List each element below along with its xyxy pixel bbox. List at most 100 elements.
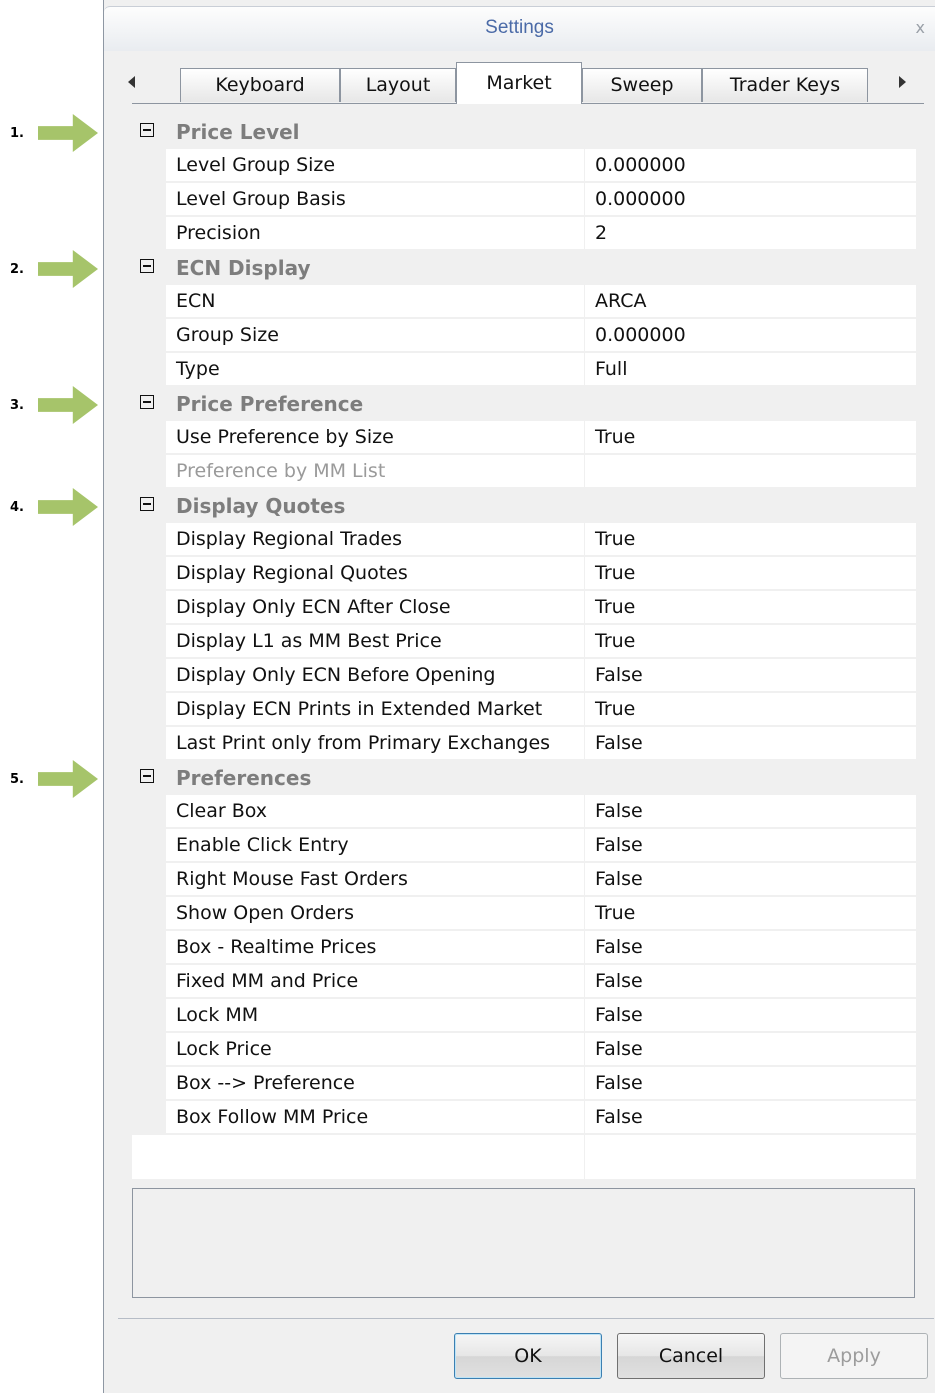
category-price-level[interactable]: Price Level — [132, 115, 916, 149]
property-row[interactable]: Level Group Size 0.000000 — [132, 149, 916, 183]
property-value[interactable]: 0.000000 — [585, 319, 916, 352]
property-value[interactable]: ARCA — [585, 285, 916, 318]
property-value[interactable] — [585, 455, 916, 488]
property-value[interactable]: True — [585, 625, 916, 658]
property-value[interactable]: False — [585, 931, 916, 964]
collapse-icon[interactable] — [140, 769, 154, 783]
property-name[interactable]: Display Regional Quotes — [166, 557, 584, 590]
property-value[interactable]: False — [585, 1101, 916, 1134]
property-name[interactable]: Display Regional Trades — [166, 523, 584, 556]
tab-layout[interactable]: Layout — [340, 68, 456, 102]
collapse-icon[interactable] — [140, 123, 154, 137]
property-name[interactable]: Show Open Orders — [166, 897, 584, 930]
property-row[interactable]: Precision 2 — [132, 217, 916, 251]
property-name[interactable]: Box Follow MM Price — [166, 1101, 584, 1134]
tab-sweep[interactable]: Sweep — [582, 68, 702, 102]
property-name[interactable]: Preference by MM List — [166, 455, 584, 488]
property-name[interactable]: Box - Realtime Prices — [166, 931, 584, 964]
property-row[interactable]: Preference by MM List — [132, 455, 916, 489]
apply-button[interactable]: Apply — [780, 1333, 928, 1379]
property-row[interactable]: Display ECN Prints in Extended Market Tru… — [132, 693, 916, 727]
property-name[interactable]: Lock Price — [166, 1033, 584, 1066]
property-value[interactable]: Full — [585, 353, 916, 386]
collapse-icon[interactable] — [140, 497, 154, 511]
property-value[interactable]: True — [585, 557, 916, 590]
property-name[interactable]: Group Size — [166, 319, 584, 352]
property-row[interactable]: ECN ARCA — [132, 285, 916, 319]
category-display-quotes[interactable]: Display Quotes — [132, 489, 916, 523]
category-price-preference[interactable]: Price Preference — [132, 387, 916, 421]
ok-button[interactable]: OK — [454, 1333, 602, 1379]
row-gutter — [132, 965, 166, 999]
property-row[interactable]: Level Group Basis 0.000000 — [132, 183, 916, 217]
property-name[interactable]: Display Only ECN Before Opening — [166, 659, 584, 692]
property-row[interactable]: Display Only ECN After Close True — [132, 591, 916, 625]
property-row[interactable]: Display Regional Trades True — [132, 523, 916, 557]
tab-scroll-right-icon[interactable] — [899, 76, 906, 88]
property-row[interactable]: Box --> Preference False — [132, 1067, 916, 1101]
property-row[interactable]: Group Size 0.000000 — [132, 319, 916, 353]
property-row[interactable]: Box - Realtime Prices False — [132, 931, 916, 965]
property-row[interactable]: Show Open Orders True — [132, 897, 916, 931]
property-row[interactable]: Right Mouse Fast Orders False — [132, 863, 916, 897]
property-name[interactable]: Enable Click Entry — [166, 829, 584, 862]
property-value[interactable]: False — [585, 659, 916, 692]
property-name[interactable]: Lock MM — [166, 999, 584, 1032]
property-name[interactable]: Box --> Preference — [166, 1067, 584, 1100]
property-row[interactable]: Fixed MM and Price False — [132, 965, 916, 999]
property-row[interactable]: Lock MM False — [132, 999, 916, 1033]
property-row[interactable]: Display L1 as MM Best Price True — [132, 625, 916, 659]
property-row[interactable]: Box Follow MM Price False — [132, 1101, 916, 1135]
property-value[interactable]: True — [585, 591, 916, 624]
property-value[interactable]: False — [585, 727, 916, 760]
property-row[interactable]: Type Full — [132, 353, 916, 387]
property-value[interactable]: False — [585, 829, 916, 862]
tab-market[interactable]: Market — [456, 62, 582, 104]
property-value[interactable]: False — [585, 1067, 916, 1100]
property-row[interactable]: Enable Click Entry False — [132, 829, 916, 863]
property-value[interactable]: 0.000000 — [585, 183, 916, 216]
property-value[interactable]: 0.000000 — [585, 149, 916, 182]
property-row[interactable]: Lock Price False — [132, 1033, 916, 1067]
tab-scroll-left-icon[interactable] — [128, 76, 135, 88]
property-name[interactable]: Clear Box — [166, 795, 584, 828]
category-preferences[interactable]: Preferences — [132, 761, 916, 795]
property-name[interactable]: Precision — [166, 217, 584, 250]
property-name[interactable]: Type — [166, 353, 584, 386]
close-icon[interactable]: x — [916, 18, 925, 37]
property-row[interactable]: Display Regional Quotes True — [132, 557, 916, 591]
property-name[interactable]: Right Mouse Fast Orders — [166, 863, 584, 896]
property-value[interactable]: True — [585, 897, 916, 930]
collapse-icon[interactable] — [140, 259, 154, 273]
category-ecn-display[interactable]: ECN Display — [132, 251, 916, 285]
row-gutter — [132, 149, 166, 183]
title-bar[interactable]: Settings x — [104, 6, 935, 51]
tab-trader-keys[interactable]: Trader Keys — [702, 68, 868, 102]
property-name[interactable]: Last Print only from Primary Exchanges — [166, 727, 584, 760]
property-name[interactable]: Level Group Basis — [166, 183, 584, 216]
property-value[interactable]: False — [585, 999, 916, 1032]
property-value[interactable]: False — [585, 863, 916, 896]
tab-keyboard[interactable]: Keyboard — [180, 68, 340, 102]
property-value[interactable]: True — [585, 523, 916, 556]
property-value[interactable]: False — [585, 965, 916, 998]
property-name[interactable]: Display Only ECN After Close — [166, 591, 584, 624]
property-name[interactable]: Level Group Size — [166, 149, 584, 182]
property-row[interactable]: Last Print only from Primary Exchanges Fa… — [132, 727, 916, 761]
property-name[interactable]: Fixed MM and Price — [166, 965, 584, 998]
collapse-icon[interactable] — [140, 395, 154, 409]
property-value[interactable]: 2 — [585, 217, 916, 250]
property-value[interactable]: False — [585, 795, 916, 828]
property-value[interactable]: False — [585, 1033, 916, 1066]
property-row[interactable]: Clear Box False — [132, 795, 916, 829]
property-value[interactable]: True — [585, 693, 916, 726]
property-name[interactable]: Display ECN Prints in Extended Market — [166, 693, 584, 726]
property-name[interactable]: Use Preference by Size — [166, 421, 584, 454]
property-row[interactable]: Display Only ECN Before Opening False — [132, 659, 916, 693]
property-name[interactable]: Display L1 as MM Best Price — [166, 625, 584, 658]
property-name[interactable]: ECN — [166, 285, 584, 318]
property-row[interactable]: Use Preference by Size True — [132, 421, 916, 455]
property-value[interactable]: True — [585, 421, 916, 454]
row-gutter — [132, 285, 166, 319]
cancel-button[interactable]: Cancel — [617, 1333, 765, 1379]
